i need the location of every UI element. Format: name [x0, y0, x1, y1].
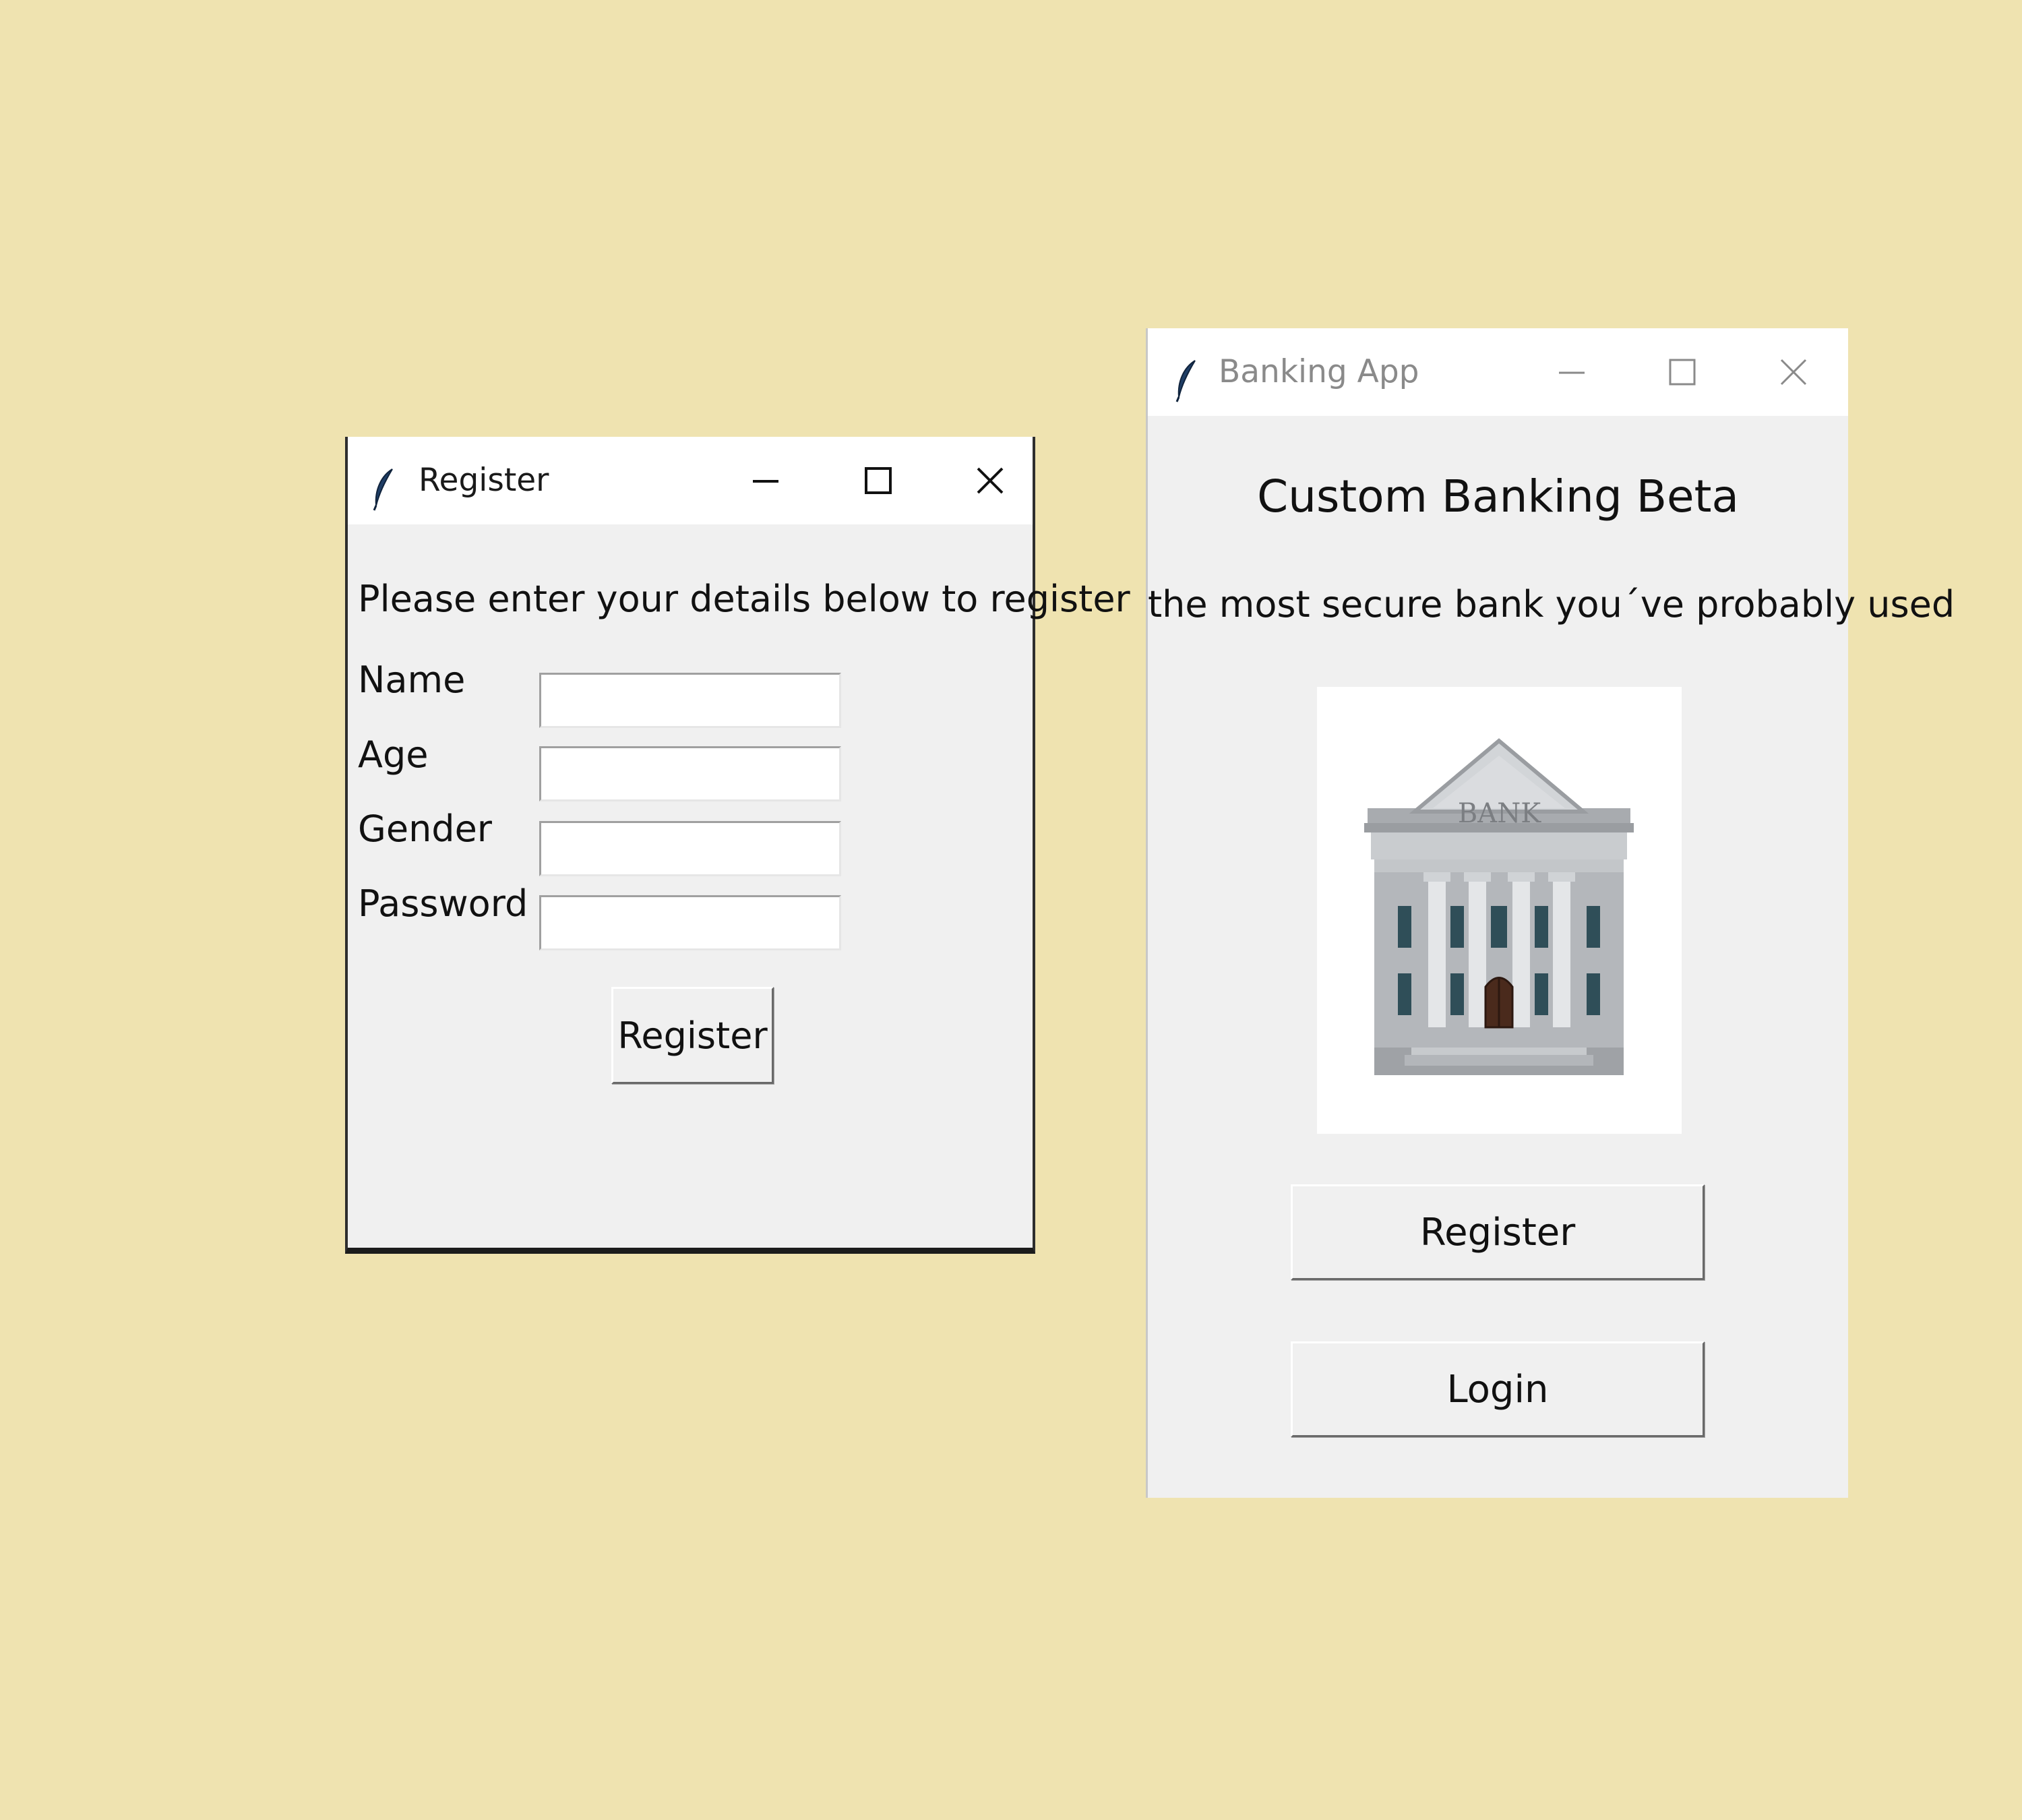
minimize-icon[interactable] — [1548, 348, 1595, 396]
tk-feather-icon — [372, 468, 396, 511]
name-input[interactable] — [539, 673, 841, 728]
close-icon[interactable] — [967, 457, 1014, 504]
password-label: Password — [358, 882, 528, 925]
banking-app-window: Banking App Custom Banking Beta the most… — [1146, 328, 1955, 1498]
age-label: Age — [358, 733, 429, 776]
register-submit-button[interactable]: Register — [611, 987, 774, 1084]
maximize-icon[interactable] — [855, 457, 902, 504]
register-intro-text: Please enter your details below to regis… — [358, 578, 1130, 620]
bank-logo-text: BANK — [1457, 798, 1541, 829]
gender-input[interactable] — [539, 821, 841, 876]
register-window: Register Please enter your details below… — [345, 437, 1130, 1254]
app-heading: Custom Banking Beta — [1257, 471, 1739, 522]
tk-feather-icon — [1175, 359, 1199, 402]
maximize-icon[interactable] — [1659, 348, 1706, 396]
password-input[interactable] — [539, 895, 841, 950]
app-tagline: the most secure bank you´ve probably use… — [1148, 583, 1955, 626]
close-icon[interactable] — [1770, 348, 1817, 396]
login-button[interactable]: Login — [1291, 1341, 1705, 1437]
name-label: Name — [358, 659, 466, 701]
register-titlebar[interactable]: Register — [348, 437, 1033, 524]
age-input[interactable] — [539, 746, 841, 801]
gender-label: Gender — [358, 808, 492, 850]
banking-window-title: Banking App — [1219, 353, 1419, 390]
register-window-title: Register — [419, 462, 549, 499]
bank-building-image: BANK — [1317, 687, 1682, 1134]
minimize-icon[interactable] — [742, 457, 789, 504]
banking-titlebar[interactable]: Banking App — [1148, 328, 1848, 416]
register-button[interactable]: Register — [1291, 1184, 1705, 1280]
